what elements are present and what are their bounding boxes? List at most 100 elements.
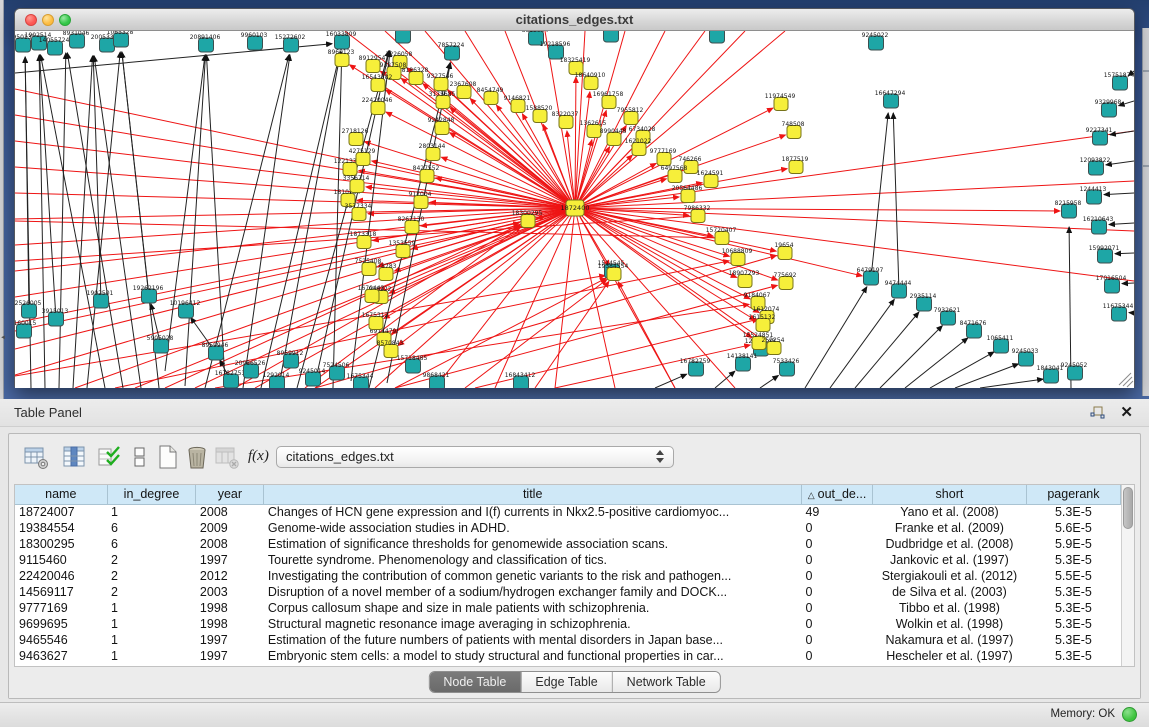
- graph-node[interactable]: 16961758: [593, 91, 624, 109]
- tab-edge-table[interactable]: Edge Table: [520, 672, 611, 692]
- table-settings-icon[interactable]: [23, 444, 49, 470]
- column-header-year[interactable]: year: [196, 485, 264, 504]
- table-row[interactable]: 2242004622012Investigating the contribut…: [15, 568, 1121, 584]
- table-row[interactable]: 1456911722003Disruption of a novel membe…: [15, 584, 1121, 600]
- rows-icon[interactable]: [127, 444, 153, 470]
- table-row[interactable]: 977716911998Corpus callosum shape and si…: [15, 600, 1121, 616]
- table-column-icon[interactable]: [61, 444, 87, 470]
- graph-node[interactable]: 10688809: [722, 248, 753, 266]
- new-file-icon[interactable]: [155, 444, 181, 470]
- table-select-dropdown[interactable]: citations_edges.txt: [276, 446, 674, 468]
- graph-node[interactable]: 9777169: [650, 148, 677, 166]
- graph-node[interactable]: 748508: [782, 121, 805, 139]
- network-window-titlebar[interactable]: citations_edges.txt: [15, 9, 1134, 31]
- tab-node-table[interactable]: Node Table: [429, 672, 520, 692]
- graph-node[interactable]: 9227341: [1086, 127, 1113, 145]
- svg-text:12093822: 12093822: [1080, 157, 1111, 164]
- graph-node[interactable]: 19654: [774, 242, 793, 260]
- table-row[interactable]: 1872400712008Changes of HCN gene express…: [15, 504, 1121, 520]
- graph-node[interactable]: 16647294: [875, 90, 906, 108]
- graph-node[interactable]: 1065411: [987, 335, 1014, 353]
- graph-node[interactable]: 5905028: [147, 335, 174, 353]
- graph-node[interactable]: 9245022: [862, 32, 889, 50]
- table-scrollbar[interactable]: [1121, 485, 1134, 666]
- table-row[interactable]: 911546021997Tourette syndrome. Phenomeno…: [15, 552, 1121, 568]
- graph-node[interactable]: 15992071: [1089, 245, 1120, 263]
- graph-node[interactable]: 11675344: [1103, 303, 1134, 321]
- table-scrollbar-thumb[interactable]: [1123, 487, 1133, 529]
- graph-node[interactable]: 16782753: [215, 370, 246, 388]
- graph-node[interactable]: 2803144: [419, 143, 446, 161]
- graph-node[interactable]: 20891406: [190, 34, 221, 52]
- graph-node[interactable]: 2526005: [15, 300, 42, 318]
- graph-node[interactable]: 16782759: [680, 358, 711, 376]
- graph-node[interactable]: 1843041: [1037, 365, 1064, 383]
- memory-ok-icon[interactable]: [1122, 707, 1137, 722]
- tab-network-table[interactable]: Network Table: [612, 672, 720, 692]
- graph-node[interactable]: 11974549: [765, 93, 796, 111]
- graph-node[interactable]: 14138141: [727, 353, 758, 371]
- graph-node[interactable]: 917004: [409, 191, 432, 209]
- graph-node[interactable]: 8427552: [413, 165, 440, 183]
- graph-node[interactable]: 1877519: [782, 156, 809, 174]
- graph-node[interactable]: 9160015: [15, 320, 37, 338]
- graph-node[interactable]: 9329968: [1095, 99, 1122, 117]
- network-canvas[interactable]: 3950132190251414055724893104620053346106…: [15, 31, 1134, 388]
- graph-node[interactable]: 15272602: [275, 34, 306, 52]
- graph-node[interactable]: 7533426: [773, 358, 800, 376]
- cell-year: 2008: [196, 536, 264, 552]
- graph-node[interactable]: 8454749: [477, 87, 504, 105]
- graph-node[interactable]: 8960123: [328, 49, 355, 67]
- column-header-title[interactable]: title: [264, 485, 802, 504]
- float-panel-icon[interactable]: [1090, 406, 1105, 420]
- column-header-out_degree[interactable]: △out_de...: [801, 485, 872, 504]
- graph-node[interactable]: 2718126: [342, 128, 369, 146]
- table-row[interactable]: 946362711997Embryonic stem cells: a mode…: [15, 648, 1121, 664]
- column-header-short[interactable]: short: [873, 485, 1027, 504]
- graph-node[interactable]: 15751874: [1104, 72, 1134, 90]
- function-builder-icon[interactable]: f(x): [248, 448, 274, 474]
- trash-icon[interactable]: [184, 444, 210, 470]
- graph-node[interactable]: 8322037: [552, 111, 579, 129]
- svg-text:16782759: 16782759: [680, 358, 711, 365]
- graph-node[interactable]: 16210643: [1083, 216, 1114, 234]
- graph-node[interactable]: 8959912: [277, 350, 304, 368]
- graph-node[interactable]: 9245033: [1012, 348, 1039, 366]
- graph-node[interactable]: 12093822: [1080, 157, 1111, 175]
- graph-node[interactable]: 775692: [774, 272, 797, 290]
- column-header-name[interactable]: name: [15, 485, 107, 504]
- graph-node[interactable]: 26874278: [701, 31, 732, 43]
- graph-node[interactable]: 3175685: [429, 91, 456, 109]
- graph-node[interactable]: 9960103: [241, 32, 268, 50]
- column-header-pagerank[interactable]: pagerank: [1026, 485, 1120, 504]
- graph-node[interactable]: 1588520: [526, 105, 553, 123]
- table-row[interactable]: 946554611997Estimation of the future num…: [15, 632, 1121, 648]
- graph-node[interactable]: 22420046: [362, 97, 393, 115]
- graph-node[interactable]: 2935114: [910, 293, 937, 311]
- graph-node[interactable]: 1244413: [1080, 186, 1107, 204]
- graph-node[interactable]: 16033809: [326, 31, 357, 49]
- graph-node[interactable]: 9242848: [428, 117, 455, 135]
- graph-node[interactable]: 1813104: [597, 31, 624, 42]
- graph-node[interactable]: 17016504: [1096, 275, 1127, 293]
- table-row[interactable]: 1830029562008Estimation of significance …: [15, 536, 1121, 552]
- column-header-in_degree[interactable]: in_degree: [107, 485, 196, 504]
- select-rows-check-icon[interactable]: [97, 444, 123, 470]
- table-row[interactable]: 1938455462009Genome-wide association stu…: [15, 520, 1121, 536]
- svg-text:2526005: 2526005: [15, 300, 42, 307]
- panel-collapse-arrow-icon[interactable]: ◄: [0, 333, 5, 343]
- graph-node[interactable]: 18640910: [575, 72, 606, 90]
- close-panel-icon[interactable]: ✕: [1120, 403, 1133, 421]
- graph-node[interactable]: 18907293: [729, 270, 760, 288]
- graph-node[interactable]: 578783: [374, 263, 397, 281]
- graph-node[interactable]: 7932621: [934, 307, 961, 325]
- graph-node[interactable]: 8471676: [960, 320, 987, 338]
- graph-node[interactable]: 7955812: [617, 107, 644, 125]
- table-row[interactable]: 969969511998Structural magnetic resonanc…: [15, 616, 1121, 632]
- graph-node[interactable]: 9474444: [885, 280, 912, 298]
- graph-node[interactable]: 9245052: [1061, 362, 1088, 380]
- graph-node[interactable]: 8215958: [1055, 200, 1082, 218]
- graph-node[interactable]: 6497568: [661, 165, 688, 183]
- graph-node[interactable]: 19384554: [598, 263, 629, 281]
- citation-graph[interactable]: 3950132190251414055724893104620053346106…: [15, 31, 1134, 388]
